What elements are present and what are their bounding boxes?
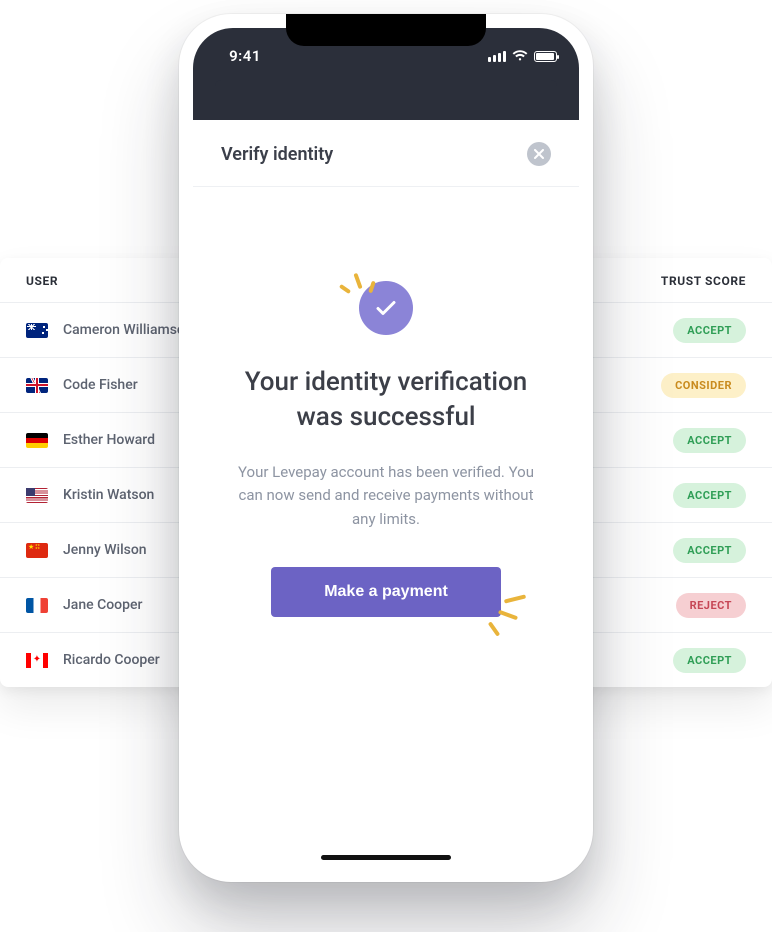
cell-signal-icon xyxy=(488,51,506,62)
status-badge: ACCEPT xyxy=(673,648,746,673)
status-badge: ACCEPT xyxy=(673,538,746,563)
phone-frame: 9:41 Verify identity Y xyxy=(179,14,593,882)
user-name: Cameron Williamson xyxy=(63,322,193,338)
status-badge: ACCEPT xyxy=(673,318,746,343)
user-name: Kristin Watson xyxy=(63,487,154,503)
success-heading: Your identity verification was successfu… xyxy=(227,365,545,435)
flag-icon xyxy=(26,433,48,448)
success-subtext: Your Levepay account has been verified. … xyxy=(233,461,539,531)
flag-icon xyxy=(26,543,48,558)
page-title: Verify identity xyxy=(221,144,333,165)
status-badge: ACCEPT xyxy=(673,428,746,453)
user-name: Code Fisher xyxy=(63,377,138,393)
flag-icon: ✦ xyxy=(26,653,48,668)
user-name: Jane Cooper xyxy=(63,597,142,613)
status-time: 9:41 xyxy=(215,47,275,65)
user-name: Jenny Wilson xyxy=(63,542,147,558)
status-badge: ACCEPT xyxy=(673,483,746,508)
column-header-trust-score: TRUST SCORE xyxy=(661,274,746,288)
phone-notch xyxy=(286,14,486,46)
column-header-user: USER xyxy=(26,274,58,288)
status-badge: CONSIDER xyxy=(661,373,746,398)
make-payment-button[interactable]: Make a payment xyxy=(271,567,501,617)
flag-icon xyxy=(26,598,48,613)
user-name: Ricardo Cooper xyxy=(63,652,160,668)
user-name: Esther Howard xyxy=(63,432,155,448)
home-indicator[interactable] xyxy=(321,855,451,860)
status-icons xyxy=(488,47,557,66)
modal-header: Verify identity xyxy=(193,120,579,187)
flag-icon xyxy=(26,488,48,503)
wifi-icon xyxy=(512,47,528,66)
close-button[interactable] xyxy=(527,142,551,166)
battery-icon xyxy=(534,51,557,62)
close-icon xyxy=(534,149,544,159)
success-check-icon xyxy=(359,281,413,335)
flag-icon xyxy=(26,378,48,393)
status-badge: REJECT xyxy=(676,593,746,618)
flag-icon xyxy=(26,323,48,338)
